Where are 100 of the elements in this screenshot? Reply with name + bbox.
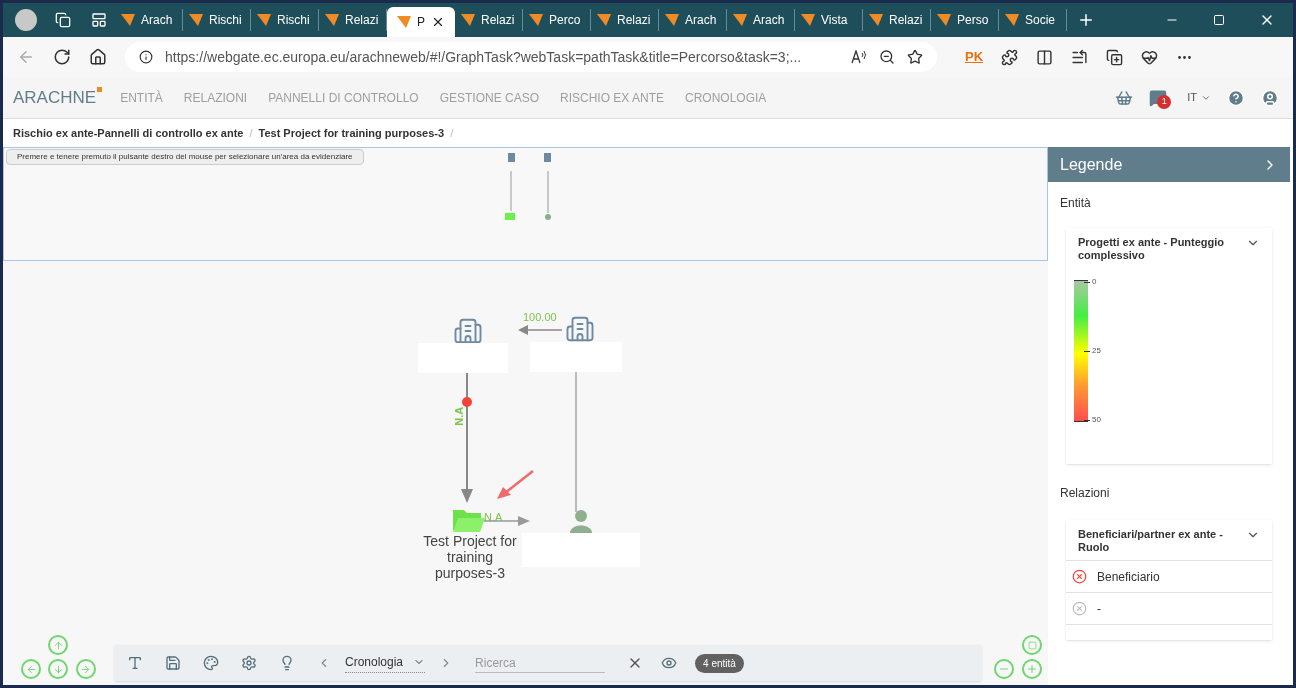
browser-tab[interactable]: P: [387, 7, 455, 37]
browser-tab[interactable]: Relazi: [863, 9, 931, 31]
edge-label: 100.00: [523, 310, 557, 325]
tab-title: Perco: [549, 12, 581, 29]
language-select[interactable]: IT: [1187, 89, 1211, 106]
workspaces-icon[interactable]: [55, 12, 71, 28]
reload-icon[interactable]: [53, 48, 71, 66]
tab-favicon-icon: [801, 13, 815, 27]
tab-title: Socie: [1025, 12, 1056, 29]
site-info-icon[interactable]: [139, 50, 153, 64]
browser-tab[interactable]: Relazi: [591, 9, 659, 31]
browser-tab[interactable]: Rischi: [251, 9, 319, 31]
tab-title: Arach: [685, 12, 717, 29]
pointer-arrow: [495, 469, 535, 501]
tab-favicon-icon: [733, 13, 747, 27]
section-heading: Entità: [1059, 195, 1092, 212]
text-icon[interactable]: [127, 655, 143, 671]
browser-tab[interactable]: Vista: [795, 9, 863, 31]
browser-tab[interactable]: Perso: [931, 9, 999, 31]
legend-item: -: [1097, 600, 1101, 618]
browser-tab[interactable]: Arach: [727, 9, 795, 31]
building-icon[interactable]: [453, 316, 483, 346]
tab-title: P: [417, 14, 425, 31]
breadcrumb-separator: /: [450, 125, 454, 141]
basket-icon[interactable]: [1115, 88, 1134, 107]
tab-title: Rischi: [277, 12, 310, 29]
graph-canvas[interactable]: 100.00 N.A N.A Test Project for training purposes-3 Cronologia Ricerca 4 entità: [3, 261, 1048, 685]
tab-favicon-icon: [665, 13, 679, 27]
section-heading: Relazioni: [1059, 485, 1111, 502]
scale-tick: 0: [1092, 276, 1097, 288]
lightbulb-icon[interactable]: [279, 655, 295, 671]
search-field[interactable]: Ricerca: [475, 653, 606, 673]
new-tab-icon[interactable]: [1077, 11, 1095, 29]
collections-icon[interactable]: [1106, 48, 1124, 66]
favorites-list-icon[interactable]: [1071, 48, 1089, 66]
breadcrumb-link[interactable]: Test Project for training purposes-3: [258, 124, 445, 142]
tab-title: Relazi: [617, 12, 651, 29]
favorite-icon[interactable]: [907, 49, 923, 65]
tab-favicon-icon: [869, 13, 883, 27]
profile-avatar[interactable]: [15, 9, 37, 31]
help-icon[interactable]: [1227, 88, 1245, 107]
url-field[interactable]: https://webgate.ec.europa.eu/arachneweb/#!/GraphTask?webTask=pathTask&title=Percorso&task=3;...: [125, 42, 937, 72]
marker-dot: [462, 397, 472, 407]
zoom-out-icon[interactable]: [879, 49, 895, 65]
edge-label: N.A: [452, 406, 467, 426]
card-title: Progetti ex ante - Punteggio complessivo: [1078, 236, 1226, 262]
tab-title: Vista: [821, 12, 848, 29]
card-title: Beneficiari/partner ex ante - Ruolo: [1078, 528, 1224, 554]
user-icon[interactable]: [1261, 88, 1279, 107]
tab-favicon-icon: [597, 13, 611, 27]
url-text: https://webgate.ec.europa.eu/arachneweb/#!/GraphTask?webTask=pathTask&title=Percorso&task=3;...: [165, 47, 803, 67]
building-icon[interactable]: [565, 314, 595, 344]
tab-favicon-icon: [325, 13, 339, 27]
tab-favicon-icon: [937, 13, 951, 27]
close-icon[interactable]: [431, 15, 445, 29]
minimap-panel[interactable]: Premere e tenere premuto il pulsante destro del mouse per selezionare un'area da evidenziare: [3, 147, 1048, 261]
remove-icon[interactable]: [1072, 569, 1087, 584]
arrow-down-icon: [52, 663, 64, 675]
tab-favicon-icon: [1005, 13, 1019, 27]
tab-title: Rischi: [209, 12, 242, 29]
tab-title: Relazi: [345, 12, 379, 29]
eye-icon[interactable]: [661, 655, 678, 671]
home-icon[interactable]: [89, 48, 107, 66]
timeline-select[interactable]: Cronologia: [345, 653, 426, 673]
hint-tooltip: Premere e tenere premuto il pulsante destro del mouse per selezionare un'area da evidenziare: [6, 149, 364, 165]
palette-icon[interactable]: [203, 655, 219, 671]
app-logo[interactable]: ARACHNE: [13, 84, 103, 111]
breadcrumb-separator: /: [249, 125, 253, 141]
tab-title: Relazi: [481, 12, 515, 29]
scale-tick: 25: [1092, 345, 1101, 357]
tab-favicon-icon: [461, 13, 475, 27]
heart-pulse-icon[interactable]: [1141, 48, 1159, 66]
maximize-icon[interactable]: [1213, 14, 1225, 26]
edge-arrow: [518, 325, 562, 335]
save-icon[interactable]: [165, 655, 181, 671]
arrow-left-icon: [25, 663, 37, 675]
tab-actions-icon[interactable]: [91, 12, 107, 28]
browser-tab[interactable]: Arach: [115, 9, 183, 31]
tab-favicon-icon: [529, 13, 543, 27]
tab-title: Relazi: [889, 12, 923, 29]
legend-header[interactable]: Legende: [1048, 147, 1290, 182]
count-badge: 4 entità: [695, 653, 744, 673]
browser-tab[interactable]: Perco: [523, 9, 591, 31]
edge-label: N.A: [484, 510, 503, 525]
browser-tab[interactable]: Rischi: [183, 9, 251, 31]
settings-icon[interactable]: [241, 655, 257, 671]
browser-tab[interactable]: Relazi: [455, 9, 523, 31]
tab-title: Perso: [957, 12, 989, 29]
extensions-icon[interactable]: [1001, 48, 1019, 66]
legend-title: Legende: [1060, 154, 1123, 175]
arrow-up-icon: [52, 639, 64, 651]
tab-favicon-icon: [189, 13, 203, 27]
split-screen-icon[interactable]: [1036, 48, 1054, 66]
tab-favicon-icon: [257, 13, 271, 27]
browser-tab[interactable]: Socie: [999, 9, 1067, 31]
arrow-right-icon: [80, 663, 92, 675]
read-aloud-icon[interactable]: [851, 50, 867, 64]
plus-icon: [1026, 663, 1038, 675]
browser-tab[interactable]: Arach: [659, 9, 727, 31]
breadcrumb-link[interactable]: Rischio ex ante-Pannelli di controllo ex ante: [13, 124, 244, 142]
